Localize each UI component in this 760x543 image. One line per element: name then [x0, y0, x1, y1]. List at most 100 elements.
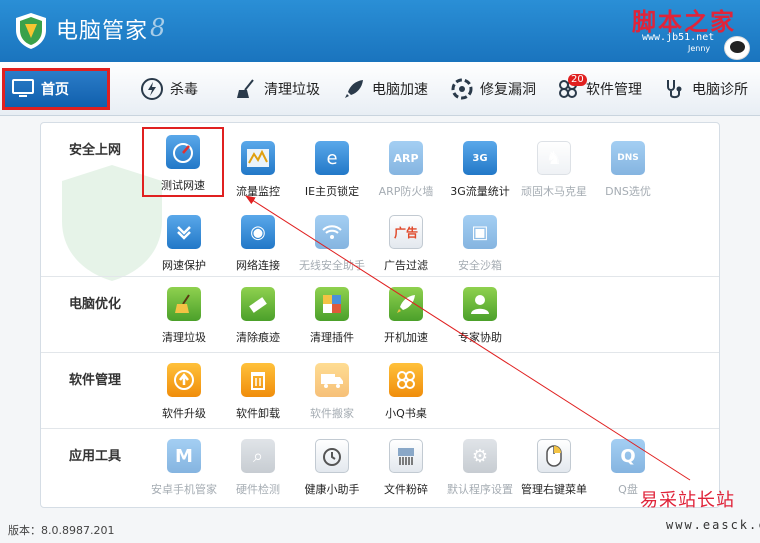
upgrade-icon [167, 363, 201, 397]
tool-boot-speedup[interactable]: 开机加速 [369, 287, 443, 349]
tool-software-upgrade[interactable]: 软件升级 [147, 363, 221, 425]
rocket-icon [342, 77, 366, 101]
q-disk-icon: Q [611, 439, 645, 473]
tool-label: 文件粉碎 [384, 483, 428, 496]
tab-label: 首页 [41, 82, 69, 98]
tool-arp-firewall[interactable]: ARP ARP防火墙 [369, 141, 443, 203]
tool-software-move[interactable]: 软件搬家 [295, 363, 369, 425]
tool-traffic-monitor[interactable]: 流量监控 [221, 141, 295, 203]
tool-android-manager[interactable]: M 安卓手机管家 [147, 439, 221, 501]
section-safe-browsing: 安全上网 测试网速 流量监控 e IE主页锁定 ARP ARP防火墙 3G 3G… [41, 123, 719, 277]
truck-icon [315, 363, 349, 397]
tool-speed-test[interactable]: 测试网速 [142, 127, 224, 197]
tool-file-shredder[interactable]: 文件粉碎 [369, 439, 443, 501]
watermark-url: www.jb51.net [642, 32, 715, 43]
tool-label: ARP防火墙 [378, 185, 434, 198]
tool-label: 测试网速 [161, 179, 205, 192]
speedometer-icon [166, 135, 200, 169]
tool-trojan-killer[interactable]: ♞ 顽固木马克星 [517, 141, 591, 203]
update-count-badge: 20 [568, 74, 587, 86]
tool-ie-lock[interactable]: e IE主页锁定 [295, 141, 369, 203]
tool-label: 无线安全助手 [299, 259, 365, 272]
horse-icon: ♞ [537, 141, 571, 175]
lightning-icon [140, 77, 164, 101]
tab-speedup[interactable]: 电脑加速 [336, 68, 428, 110]
stethoscope-icon [662, 77, 686, 101]
tab-clean[interactable]: 清理垃圾 [228, 68, 320, 110]
section-software-manage: 软件管理 软件升级 软件卸载 软件搬家 小Q书桌 [41, 353, 719, 429]
apps-icon: 20 [556, 74, 587, 101]
app-title: 电脑管家 [56, 19, 149, 44]
tab-label: 杀毒 [170, 82, 198, 98]
sandbox-icon: ▣ [463, 215, 497, 249]
trash-icon [241, 363, 275, 397]
tool-clean-junk[interactable]: 清理垃圾 [147, 287, 221, 349]
tool-clear-traces[interactable]: 清除痕迹 [221, 287, 295, 349]
tool-label: 软件升级 [162, 407, 206, 420]
tool-default-programs[interactable]: ⚙ 默认程序设置 [443, 439, 517, 501]
section-app-tools: 应用工具 M 安卓手机管家 ⌕ 硬件检测 健康小助手 文件粉碎 ⚙ 默认程序设置 [41, 429, 719, 507]
version-label: 版本：8.0.8987.201 [8, 524, 115, 537]
dns-icon: DNS [611, 141, 645, 175]
tool-label: 清理垃圾 [162, 331, 206, 344]
chart-monitor-icon [241, 141, 275, 175]
tool-label: 顽固木马克星 [521, 185, 587, 198]
tool-sandbox[interactable]: ▣ 安全沙箱 [443, 215, 517, 277]
puzzle-icon [315, 287, 349, 321]
tool-label: 小Q书桌 [385, 407, 427, 420]
tool-label: 广告过滤 [384, 259, 428, 272]
hardware-icon: ⌕ [241, 439, 275, 473]
tool-clean-plugins[interactable]: 清理插件 [295, 287, 369, 349]
eraser-icon [241, 287, 275, 321]
tool-q-desk[interactable]: 小Q书桌 [369, 363, 443, 425]
tool-label: 3G流量统计 [450, 185, 510, 198]
tool-hardware-check[interactable]: ⌕ 硬件检测 [221, 439, 295, 501]
tool-context-menu[interactable]: 管理右键菜单 [517, 439, 591, 501]
tab-repair[interactable]: 修复漏洞 [444, 68, 536, 110]
tool-software-uninstall[interactable]: 软件卸载 [221, 363, 295, 425]
section-title: 软件管理 [69, 373, 122, 388]
wifi-icon [315, 215, 349, 249]
section-title: 安全上网 [69, 143, 122, 158]
tool-expert-help[interactable]: 专家协助 [443, 287, 517, 349]
tool-wifi-assistant[interactable]: 无线安全助手 [295, 215, 369, 277]
tool-label: 清除痕迹 [236, 331, 280, 344]
tool-ad-filter[interactable]: 广告 广告过滤 [369, 215, 443, 277]
tool-label: 网速保护 [162, 259, 206, 272]
tab-software[interactable]: 20 软件管理 [550, 68, 642, 110]
version-swirl-icon: 8 [150, 14, 166, 42]
tool-network-connection[interactable]: ◉ 网络连接 [221, 215, 295, 277]
tool-label: IE主页锁定 [304, 185, 360, 198]
tool-health-assistant[interactable]: 健康小助手 [295, 439, 369, 501]
avatar[interactable] [724, 36, 750, 60]
alarm-clock-icon [315, 439, 349, 473]
tool-label: 清理插件 [310, 331, 354, 344]
tool-label: 开机加速 [384, 331, 428, 344]
3g-icon: 3G [463, 141, 497, 175]
tab-antivirus[interactable]: 杀毒 [134, 68, 198, 110]
watermark-bottom: 易采站长站 [640, 490, 735, 511]
shredder-icon [389, 439, 423, 473]
tab-label: 软件管理 [586, 82, 642, 98]
rocket-icon [389, 287, 423, 321]
tool-label: DNS选优 [605, 185, 651, 198]
mouse-icon [537, 439, 571, 473]
tool-label: 默认程序设置 [447, 483, 513, 496]
section-title: 应用工具 [69, 449, 122, 464]
tab-home[interactable]: 首页 [2, 68, 110, 110]
tool-dns-select[interactable]: DNS DNS选优 [591, 141, 665, 203]
tab-label: 清理垃圾 [264, 82, 320, 98]
tool-3g-stats[interactable]: 3G 3G流量统计 [443, 141, 517, 203]
title-bar: 电脑管家 8 脚本之家 www.jb51.net Jenny [0, 0, 760, 62]
tab-clinic[interactable]: 电脑诊所 [656, 68, 748, 110]
tool-speed-protect[interactable]: 网速保护 [147, 215, 221, 277]
ad-block-icon: 广告 [389, 215, 423, 249]
main-nav: 首页 杀毒 清理垃圾 电脑加速 修复漏洞 20 软件管理 电脑诊所 [0, 62, 760, 116]
watermark-bottom-url: www.easck.com [666, 518, 760, 532]
clover-icon [389, 363, 423, 397]
broom-icon [167, 287, 201, 321]
shield-down-icon [167, 215, 201, 249]
tool-label: 管理右键菜单 [521, 483, 587, 496]
toolbox-panel: 安全上网 测试网速 流量监控 e IE主页锁定 ARP ARP防火墙 3G 3G… [40, 122, 720, 508]
tab-label: 电脑加速 [372, 82, 428, 98]
